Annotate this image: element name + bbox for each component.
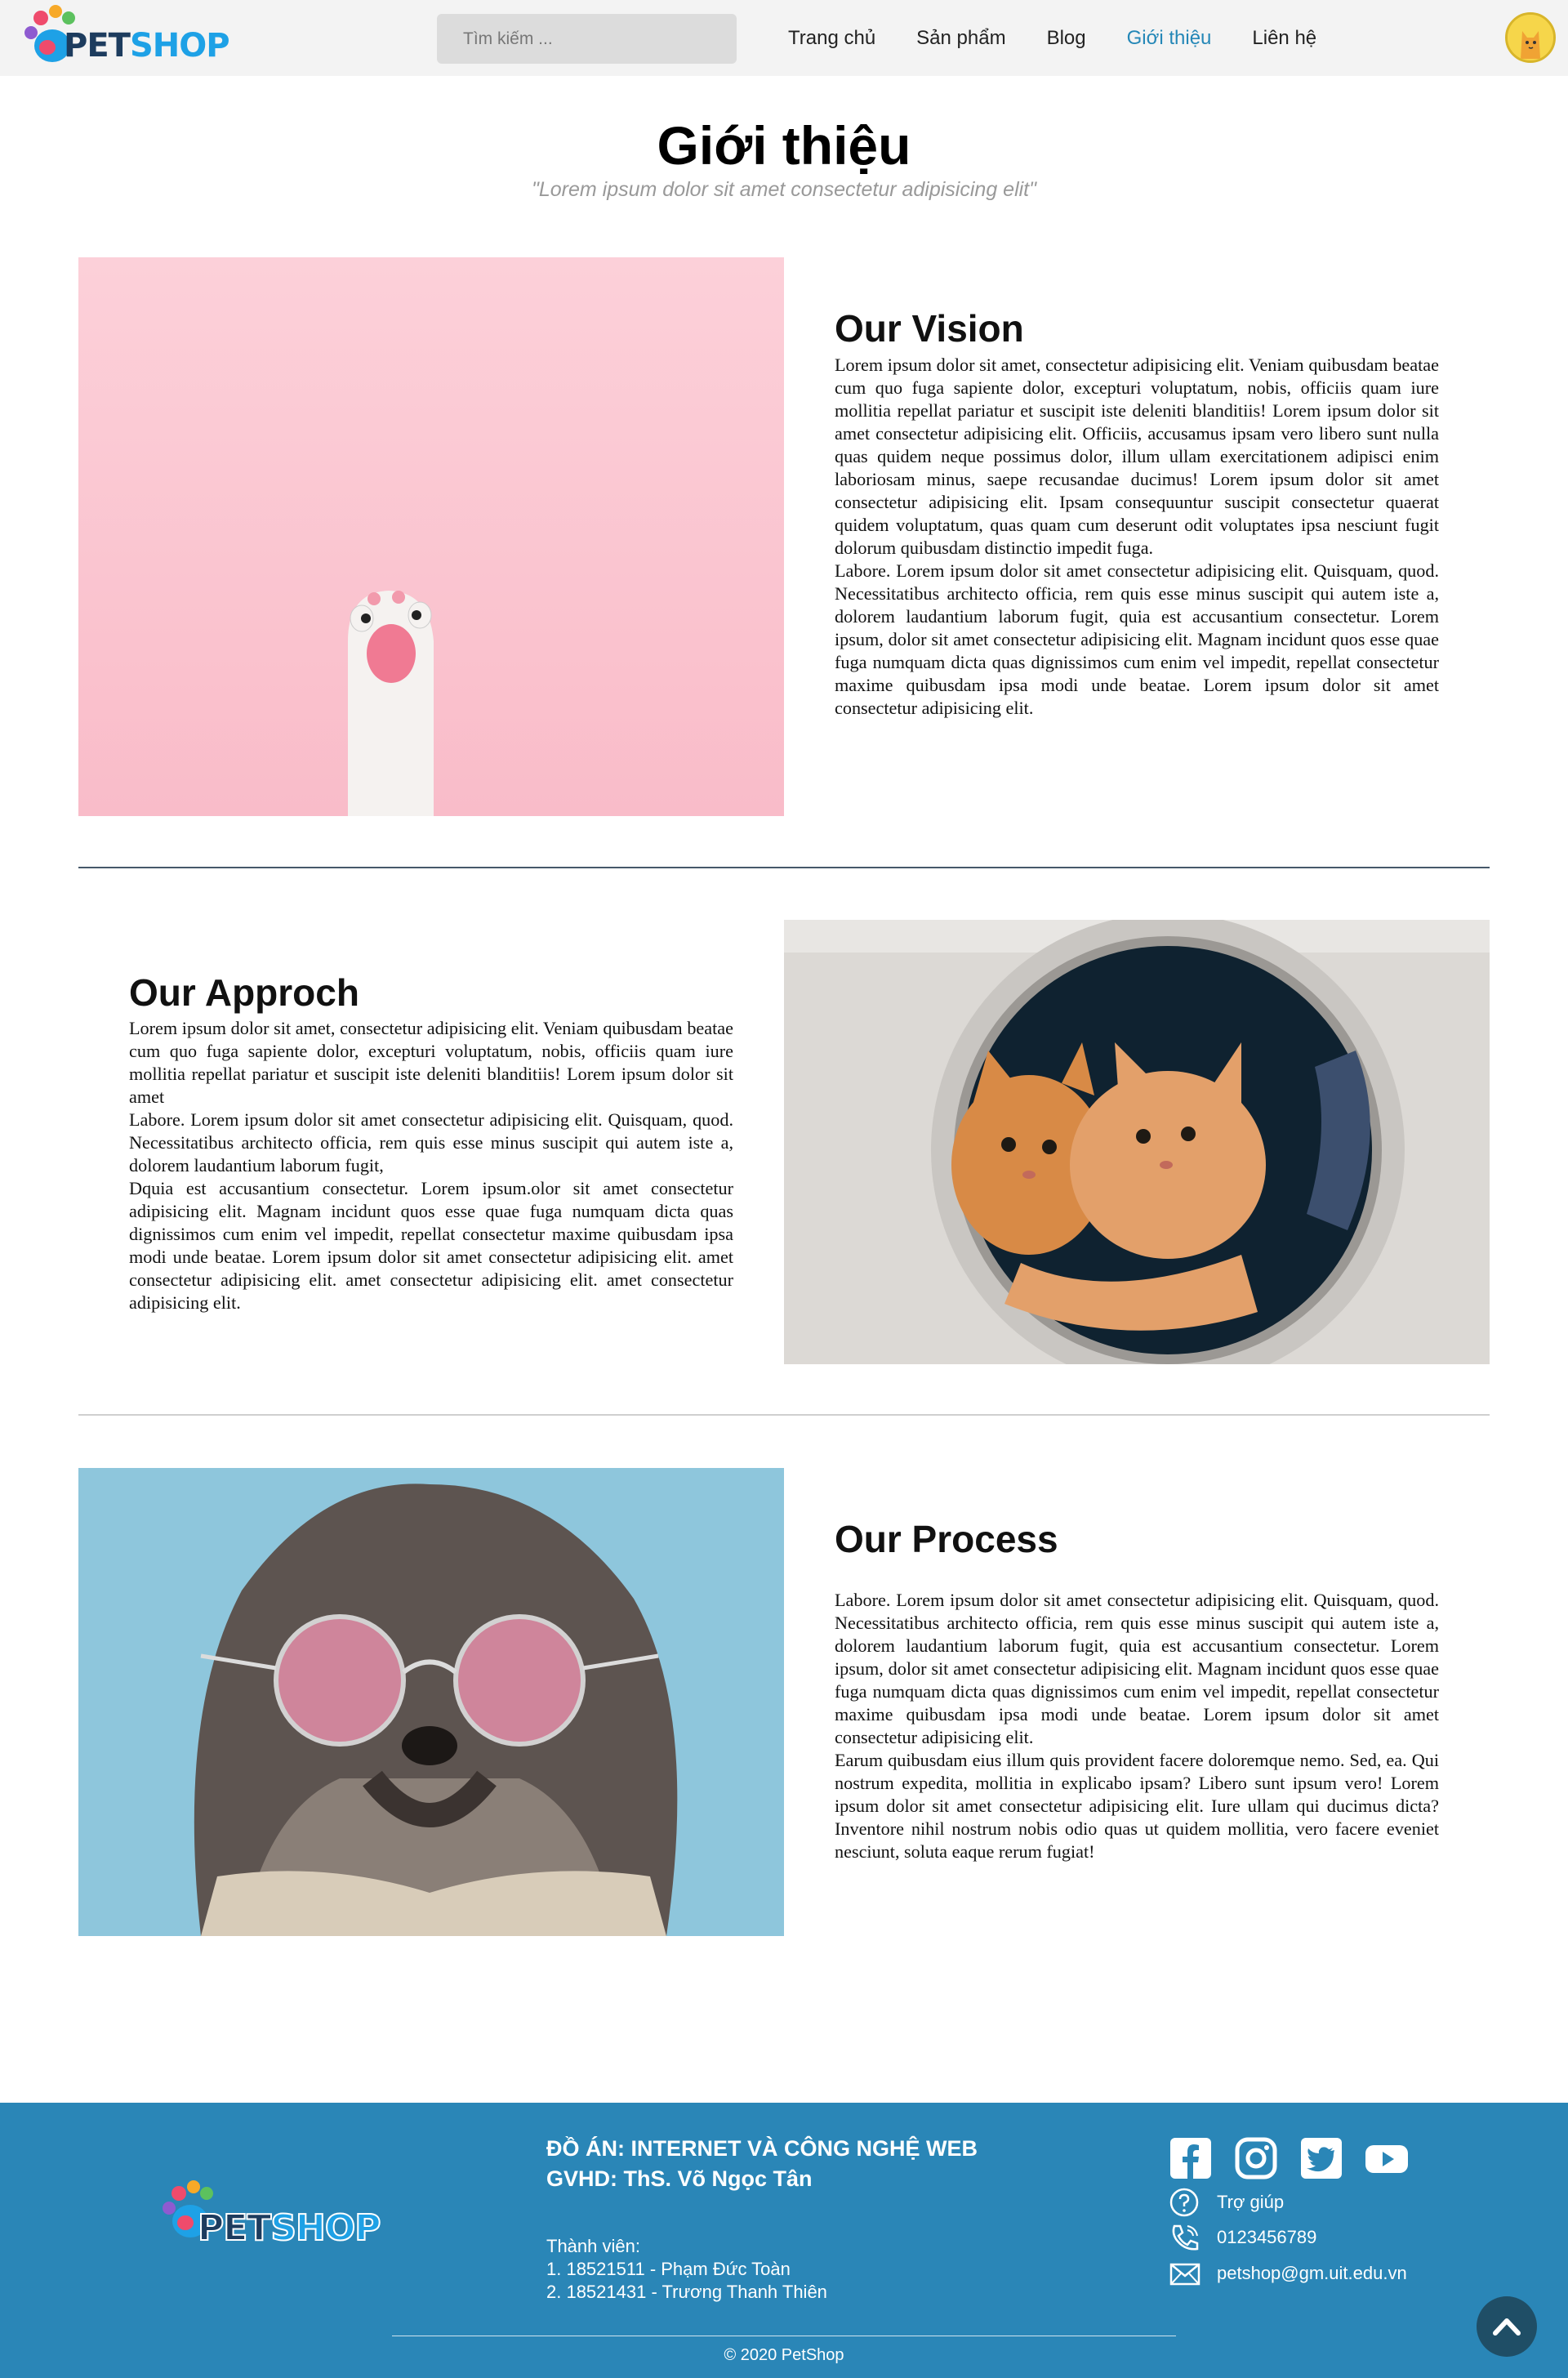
- vision-paragraph: Labore. Lorem ipsum dolor sit amet conse…: [835, 560, 1439, 718]
- phone-number: 0123456789: [1217, 2227, 1317, 2247]
- member-item: 2. 18521431 - Trương Thanh Thiên: [546, 2282, 827, 2302]
- logo-wordmark: PETSHOP: [64, 27, 230, 65]
- vision-heading: Our Vision: [835, 307, 1024, 350]
- help-label: Trợ giúp: [1217, 2192, 1285, 2212]
- approach-heading: Our Approch: [129, 971, 359, 1014]
- vision-text: Lorem ipsum dolor sit amet, consectetur …: [835, 354, 1439, 720]
- approach-paragraph: Dquia est accusantium consectetur. Lorem…: [129, 1178, 733, 1313]
- project-name: ĐỒ ÁN: INTERNET VÀ CÔNG NGHỆ WEB: [546, 2136, 978, 2161]
- project-advisor: GVHD: ThS. Võ Ngọc Tân: [546, 2166, 813, 2191]
- phone-icon: [1172, 2224, 1199, 2251]
- nav-contact[interactable]: Liên hệ: [1252, 27, 1316, 50]
- cat-avatar-icon: [1508, 15, 1553, 60]
- nav-products[interactable]: Sản phẩm: [916, 27, 1005, 50]
- process-paragraph: Labore. Lorem ipsum dolor sit amet conse…: [835, 1590, 1439, 1747]
- question-icon: [1169, 2188, 1199, 2217]
- page-title: Giới thiệu: [657, 115, 911, 176]
- chevron-up-icon: [1493, 2318, 1521, 2336]
- approach-text: Lorem ipsum dolor sit amet, consectetur …: [129, 1017, 733, 1314]
- project-info: ĐỒ ÁN: INTERNET VÀ CÔNG NGHỆ WEB GVHD: T…: [546, 2134, 978, 2194]
- process-heading: Our Process: [835, 1518, 1058, 1560]
- phone-link[interactable]: 0123456789: [1168, 2221, 1316, 2254]
- process-paragraph: Earum quibusdam eius illum quis providen…: [835, 1750, 1439, 1862]
- help-link[interactable]: Trợ giúp: [1168, 2186, 1284, 2219]
- process-text: Labore. Lorem ipsum dolor sit amet conse…: [835, 1589, 1439, 1863]
- instagram-icon[interactable]: [1233, 2135, 1279, 2181]
- approach-paragraph: Lorem ipsum dolor sit amet, consectetur …: [129, 1018, 733, 1107]
- approach-paragraph: Labore. Lorem ipsum dolor sit amet conse…: [129, 1109, 733, 1176]
- logo-wordmark: PETSHOP: [197, 2207, 382, 2249]
- email-link[interactable]: petshop@gm.uit.edu.vn: [1168, 2257, 1407, 2290]
- main-nav: Trang chủ Sản phẩm Blog Giới thiệu Liên …: [768, 0, 1337, 76]
- page-subtitle: "Lorem ipsum dolor sit amet consectetur …: [531, 178, 1037, 201]
- section-divider: [78, 867, 1490, 868]
- members-label: Thành viên:: [546, 2236, 640, 2256]
- header: PETSHOP Trang chủ Sản phẩm Blog Giới thi…: [0, 0, 1568, 76]
- approach-image: [784, 920, 1490, 1364]
- footer-logo[interactable]: PETSHOP: [161, 2175, 382, 2256]
- search-input[interactable]: [437, 14, 737, 64]
- facebook-icon[interactable]: [1168, 2135, 1214, 2181]
- twitter-icon[interactable]: [1298, 2135, 1344, 2181]
- vision-image: [78, 257, 784, 816]
- footer: PETSHOP ĐỒ ÁN: INTERNET VÀ CÔNG NGHỆ WEB…: [0, 2103, 1568, 2378]
- vision-paragraph: Lorem ipsum dolor sit amet, consectetur …: [835, 355, 1439, 558]
- social-links: [1168, 2135, 1429, 2181]
- section-divider: [78, 1414, 1490, 1416]
- nav-home[interactable]: Trang chủ: [788, 27, 875, 50]
- mail-icon: [1169, 2263, 1200, 2286]
- nav-about[interactable]: Giới thiệu: [1127, 27, 1212, 50]
- members-list: Thành viên: 1. 18521511 - Phạm Đức Toàn …: [546, 2235, 827, 2304]
- process-image: [78, 1468, 784, 1936]
- copyright: © 2020 PetShop: [724, 2346, 844, 2364]
- member-item: 1. 18521511 - Phạm Đức Toàn: [546, 2259, 791, 2279]
- scroll-to-top-button[interactable]: [1477, 2296, 1537, 2357]
- email-address: petshop@gm.uit.edu.vn: [1217, 2263, 1407, 2283]
- nav-blog[interactable]: Blog: [1047, 27, 1086, 50]
- dog-sunglasses-image: [78, 1468, 784, 1936]
- cat-paw-image: [78, 257, 784, 816]
- youtube-icon[interactable]: [1364, 2135, 1410, 2181]
- cats-in-washer-image: [784, 920, 1490, 1364]
- user-avatar[interactable]: [1505, 12, 1556, 63]
- petshop-logo[interactable]: PETSHOP: [23, 3, 230, 69]
